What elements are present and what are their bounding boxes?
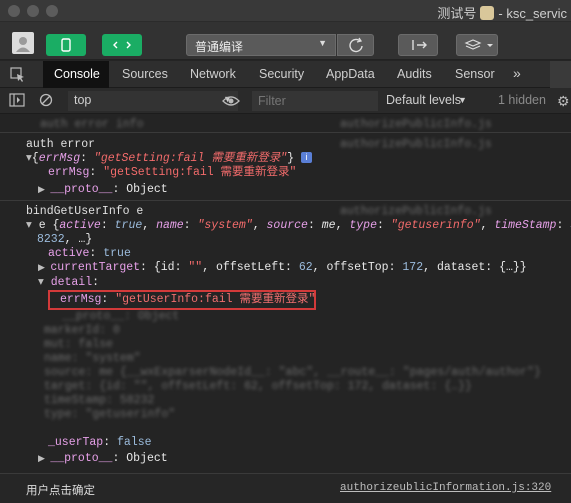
user-icon [16,37,30,52]
blurred-text: timeStamp: 58232 [44,394,155,407]
blurred-text: authorizePublicInfo.js [340,205,492,218]
preview-button[interactable] [398,34,438,56]
blurred-text: authorizePublicInfo.js [340,118,492,131]
proto-property[interactable]: ▶ __proto__: Object [38,452,168,466]
console-output: auth error info authorizePublicInfo.js a… [0,114,571,503]
divider [0,200,571,201]
object-property: errMsg: "getSetting:fail 需要重新登录" [48,166,297,179]
layers-dropdown-button[interactable] [456,34,498,56]
context-select[interactable]: top ▼ [68,91,238,111]
refresh-icon [349,37,363,53]
phone-icon [61,38,71,52]
blurred-text: name: "system" [44,352,141,365]
window-titlebar: 测试号 - ksc_servic [0,0,571,22]
clear-console-icon[interactable] [39,93,55,114]
log-message: bindGetUserInfo e [26,205,144,218]
error-message-property: errMsg: "getUserInfo:fail 需要重新登录" [60,293,316,306]
object-summary[interactable]: ▾{errMsg: "getSetting:fail 需要重新登录"} i [26,152,312,166]
object-property: _userTap: false [48,436,152,449]
blurred-text: __proto__: Object [62,310,180,323]
avatar[interactable] [12,32,34,54]
log-message: auth error [26,138,96,151]
log-message: 用户点击确定 [26,485,95,497]
event-summary[interactable]: ▾ e {active: true, name: "system", sourc… [26,219,571,233]
blurred-text: auth error info [40,118,144,131]
compile-mode-select[interactable]: 普通编译 ▼ [186,34,336,56]
expand-arrow-icon: ▾ [38,276,51,289]
close-window-button[interactable] [8,5,20,17]
expand-arrow-icon: ▶ [38,263,51,273]
window-title: 测试号 - ksc_servic [437,6,567,21]
gear-icon[interactable]: ⚙ [557,93,570,110]
blurred-text: mut: false [44,338,114,351]
inspect-element-icon[interactable] [10,67,26,88]
info-icon: i [300,152,312,163]
devtools-tabbar: Console Sources Network Security AppData… [0,61,571,88]
tab-appdata[interactable]: AppData [326,67,375,81]
tab-audits[interactable]: Audits [397,67,432,81]
simulator-toolbar: 普通编译 ▼ [0,22,571,60]
code-icon [113,41,131,49]
chevron-down-icon: ▼ [458,95,467,105]
filter-input[interactable] [252,91,378,111]
tab-sensor[interactable]: Sensor [455,67,495,81]
expand-arrow-icon: ▾ [26,219,39,232]
object-property-current-target[interactable]: ▶ currentTarget: {id: "", offsetLeft: 62… [38,261,527,275]
minimize-window-button[interactable] [27,5,39,17]
blurred-text: authorizePublicInfo.js [340,138,492,151]
event-summary-wrap: 8232, …} [37,233,93,246]
tab-sources[interactable]: Sources [122,67,168,81]
console-filterbar: top▼ Default levels▼ 1 hidden ⚙ [0,88,571,114]
export-icon [412,40,427,50]
blurred-text: source: me {__wxExparserNodeId__: "abc",… [44,366,541,379]
maximize-window-button[interactable] [46,5,58,17]
hidden-messages-count: 1 hidden [498,93,546,107]
divider [0,132,571,133]
blurred-text: markerId: 0 [44,324,120,337]
tab-network[interactable]: Network [190,67,236,81]
tab-security[interactable]: Security [259,67,304,81]
object-property-detail[interactable]: ▾ detail: [38,276,99,290]
proto-property[interactable]: ▶ __proto__: Object [38,183,168,197]
expand-arrow-icon: ▶ [38,454,51,464]
log-levels-select[interactable]: Default levels ▼ [380,92,488,110]
blurred-text: type: "getuserinfo" [44,408,176,421]
blurred-text: target: {id: "", offsetLeft: 62, offsetT… [44,380,472,393]
object-property: active: true [48,247,131,260]
refresh-button[interactable] [337,34,374,56]
mascot-icon [480,6,495,20]
expand-arrow-icon: ▶ [38,185,51,195]
tab-console[interactable]: Console [43,61,109,88]
tabs-overflow-area [550,61,571,88]
simulator-toggle-button[interactable] [46,34,86,56]
layers-icon [464,39,493,50]
sidebar-toggle-icon[interactable] [9,93,25,112]
eye-icon[interactable] [222,94,240,113]
debugger-toggle-button[interactable] [102,34,142,56]
console-last-message: 用户点击确定 authorizeublicInformation.js:320 [0,473,571,503]
more-tabs-button[interactable]: » [513,65,521,81]
chevron-down-icon: ▼ [318,38,327,48]
source-link[interactable]: authorizeublicInformation.js:320 [340,482,551,494]
